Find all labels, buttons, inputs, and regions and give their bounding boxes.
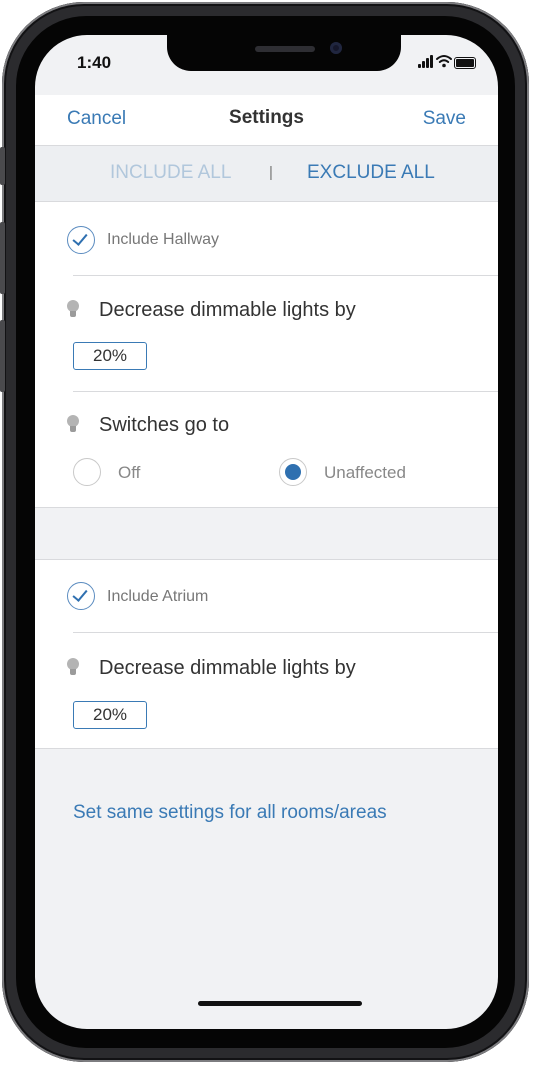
dim-percent-input[interactable]: 20%	[73, 342, 147, 370]
bulb-icon	[67, 658, 79, 678]
dim-percent-input[interactable]: 20%	[73, 701, 147, 729]
room-card-hallway: Include Hallway Decrease dimmable lights…	[35, 202, 498, 508]
switch-off-label: Off	[118, 463, 141, 482]
volume-up-button	[0, 222, 5, 294]
divider	[73, 275, 498, 276]
switches-label: Switches go to	[99, 414, 230, 436]
phone-frame: 1:40 Cancel Settings Save INCLUDE ALL | …	[0, 2, 529, 1062]
separator: |	[269, 164, 273, 181]
include-hallway-label: Include Hallway	[107, 231, 220, 248]
switch-unaffected-radio[interactable]	[279, 458, 307, 486]
save-button[interactable]: Save	[423, 108, 466, 130]
camera-icon	[330, 42, 342, 54]
home-indicator[interactable]	[198, 1001, 362, 1006]
include-all-button[interactable]: INCLUDE ALL	[110, 162, 231, 184]
switch-off-radio[interactable]	[73, 458, 101, 486]
divider	[73, 391, 498, 392]
silent-switch	[0, 147, 5, 185]
bulb-icon	[67, 415, 79, 435]
volume-down-button	[0, 320, 5, 392]
divider	[73, 632, 498, 633]
include-atrium-label: Include Atrium	[107, 588, 209, 605]
switch-unaffected-label: Unaffected	[324, 463, 406, 482]
same-settings-link[interactable]: Set same settings for all rooms/areas	[73, 802, 387, 824]
room-card-atrium: Include Atrium Decrease dimmable lights …	[35, 559, 498, 749]
status-time: 1:40	[77, 53, 112, 72]
wifi-icon	[436, 55, 452, 68]
speaker-grille	[255, 46, 315, 52]
exclude-all-button[interactable]: EXCLUDE ALL	[307, 162, 435, 184]
status-icons	[418, 53, 478, 71]
include-atrium-checkbox[interactable]	[67, 582, 95, 610]
dim-label: Decrease dimmable lights by	[99, 657, 356, 679]
dim-label: Decrease dimmable lights by	[99, 299, 356, 321]
include-hallway-checkbox[interactable]	[67, 226, 95, 254]
screen: 1:40 Cancel Settings Save INCLUDE ALL | …	[35, 35, 498, 1029]
nav-bar: Cancel Settings Save	[35, 95, 498, 146]
include-exclude-bar: INCLUDE ALL | EXCLUDE ALL	[35, 146, 498, 202]
bulb-icon	[67, 300, 79, 320]
battery-icon	[454, 57, 476, 69]
notch	[167, 35, 401, 71]
